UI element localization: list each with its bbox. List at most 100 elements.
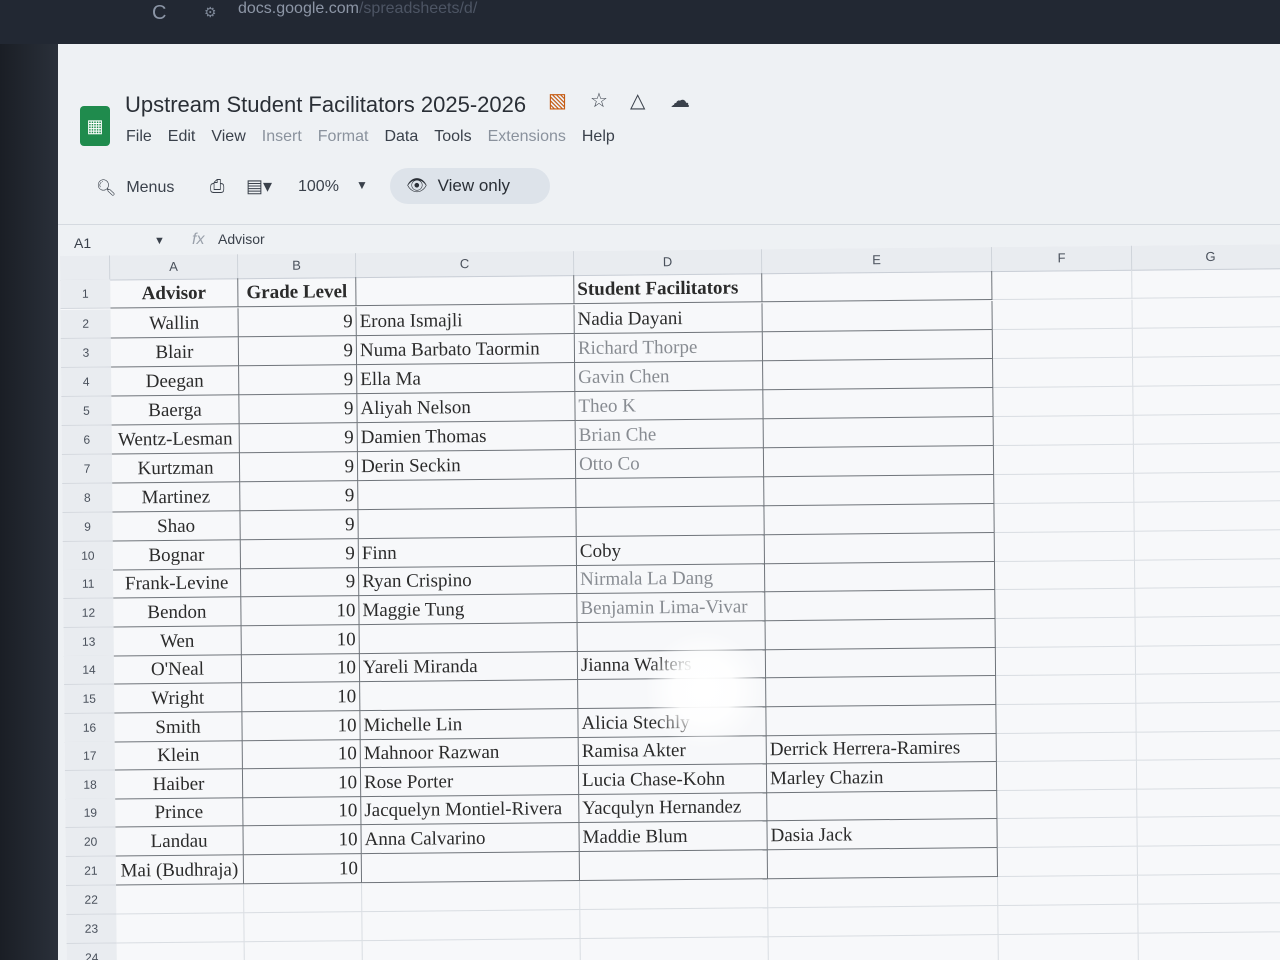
- cell-a[interactable]: Wentz-Lesman: [111, 424, 240, 455]
- cell-f[interactable]: [994, 502, 1135, 534]
- cell-b[interactable]: 9: [239, 452, 359, 483]
- cell-c[interactable]: Rose Porter: [360, 766, 580, 798]
- cell-c[interactable]: Derin Seckin: [357, 450, 577, 482]
- cell-e[interactable]: Derrick Herrera-Ramires: [766, 733, 997, 765]
- cell-g[interactable]: [1132, 298, 1280, 329]
- cell-g[interactable]: [1137, 816, 1280, 847]
- cell-a[interactable]: [116, 942, 245, 960]
- cell-e[interactable]: [768, 877, 999, 909]
- cell-f[interactable]: [993, 444, 1135, 476]
- cell-g[interactable]: [1136, 759, 1280, 790]
- cell-e[interactable]: [768, 906, 999, 938]
- cell-f[interactable]: [994, 559, 1136, 591]
- cell-a[interactable]: Wallin: [110, 308, 239, 339]
- cell-f[interactable]: [997, 817, 1138, 849]
- cell-b[interactable]: [244, 883, 363, 914]
- search-menus-button[interactable]: 🔍︎ Menus: [84, 168, 198, 208]
- view-only-button[interactable]: 👁︎ View only: [390, 168, 550, 204]
- cell-b[interactable]: 9: [240, 510, 359, 541]
- column-header-d[interactable]: D: [573, 249, 763, 276]
- cell-g[interactable]: [1137, 845, 1280, 876]
- cell-e[interactable]: [762, 330, 994, 362]
- cell-e[interactable]: [764, 475, 995, 507]
- cell-c[interactable]: [362, 881, 581, 913]
- cell-d[interactable]: Coby: [576, 535, 765, 567]
- cell-c[interactable]: Jacquelyn Montiel-Rivera: [361, 794, 580, 826]
- cell-d[interactable]: Nadia Dayani: [574, 303, 763, 335]
- column-header-a[interactable]: A: [109, 254, 239, 280]
- cell-g[interactable]: [1134, 558, 1280, 589]
- cell-c[interactable]: Erona Ismajli: [356, 305, 575, 337]
- cell-g[interactable]: [1132, 268, 1280, 299]
- cell-a[interactable]: Kurtzman: [111, 453, 241, 484]
- cell-b[interactable]: 9: [240, 539, 360, 570]
- row-header[interactable]: 2: [60, 309, 111, 339]
- cell-a[interactable]: Wen: [113, 626, 242, 657]
- row-header[interactable]: 6: [61, 425, 112, 455]
- cell-c[interactable]: [362, 939, 581, 960]
- cell-g[interactable]: [1136, 730, 1280, 761]
- cell-g[interactable]: [1135, 616, 1280, 647]
- cell-c[interactable]: Mahnoor Razwan: [360, 737, 579, 769]
- cell-e[interactable]: [764, 533, 995, 565]
- cell-g[interactable]: [1134, 501, 1280, 532]
- cell-g[interactable]: [1138, 903, 1280, 934]
- column-header-g[interactable]: G: [1131, 244, 1280, 270]
- cell-f[interactable]: [995, 645, 1137, 677]
- formula-input[interactable]: Advisor: [218, 231, 265, 247]
- cell-b[interactable]: 10: [241, 596, 360, 627]
- cell-c[interactable]: [358, 508, 577, 540]
- cell-d[interactable]: Gavin Chen: [575, 361, 764, 393]
- cell-f[interactable]: [998, 933, 1139, 960]
- cell-g[interactable]: [1136, 702, 1280, 733]
- cell-e[interactable]: [766, 705, 997, 737]
- menu-view[interactable]: View: [211, 128, 245, 146]
- document-title[interactable]: Upstream Student Facilitators 2025-2026: [125, 92, 526, 118]
- cell-b[interactable]: 9: [241, 567, 360, 598]
- cell-g[interactable]: [1133, 414, 1280, 445]
- cell-a[interactable]: Bendon: [113, 597, 242, 628]
- address-bar[interactable]: docs.google.com/spreadsheets/d/: [238, 0, 477, 18]
- row-header[interactable]: 7: [61, 454, 113, 484]
- zoom-select[interactable]: 100%: [298, 178, 339, 196]
- header-cell-a[interactable]: Advisor: [110, 278, 239, 309]
- row-header[interactable]: 23: [66, 914, 117, 944]
- row-header[interactable]: 24: [66, 943, 117, 960]
- cell-a[interactable]: Blair: [110, 337, 240, 368]
- cell-d[interactable]: Maddie Blum: [579, 821, 768, 853]
- cell-b[interactable]: 10: [242, 768, 362, 799]
- cell-d[interactable]: Richard Thorpe: [574, 332, 764, 364]
- row-header[interactable]: 16: [64, 713, 115, 743]
- cell-a[interactable]: Smith: [114, 712, 243, 743]
- cell-c[interactable]: Maggie Tung: [359, 594, 578, 626]
- row-header[interactable]: 13: [63, 627, 114, 657]
- cell-a[interactable]: Baerga: [111, 395, 240, 426]
- cell-d[interactable]: Yacqulyn Hernandez: [579, 792, 768, 824]
- row-header[interactable]: 5: [61, 396, 112, 426]
- site-settings-icon[interactable]: ⚙: [204, 4, 217, 21]
- menu-extensions[interactable]: Extensions: [488, 128, 566, 146]
- row-header[interactable]: 12: [63, 598, 114, 628]
- cell-e[interactable]: [763, 359, 994, 391]
- cell-f[interactable]: [997, 788, 1138, 820]
- cell-e[interactable]: Dasia Jack: [767, 819, 998, 851]
- menu-edit[interactable]: Edit: [168, 128, 196, 146]
- cell-d[interactable]: [580, 937, 769, 960]
- cell-d[interactable]: Nirmala La Dang: [576, 563, 766, 595]
- cell-c[interactable]: Ryan Crispino: [359, 565, 578, 597]
- cell-b[interactable]: 10: [241, 625, 360, 656]
- row-header[interactable]: 8: [62, 483, 113, 513]
- column-header-b[interactable]: B: [237, 253, 357, 279]
- cell-d[interactable]: Ramisa Akter: [578, 735, 767, 767]
- column-header-e[interactable]: E: [761, 247, 993, 274]
- menu-insert[interactable]: Insert: [262, 128, 302, 146]
- cell-f[interactable]: [996, 703, 1137, 735]
- cell-d[interactable]: Brian Che: [575, 419, 764, 451]
- header-cell-e[interactable]: [762, 271, 993, 303]
- cell-b[interactable]: 10: [242, 682, 361, 713]
- cell-e[interactable]: [768, 935, 999, 960]
- cell-d[interactable]: [576, 477, 765, 509]
- menu-help[interactable]: Help: [582, 128, 615, 146]
- cell-g[interactable]: [1137, 874, 1280, 905]
- cell-b[interactable]: 9: [239, 394, 358, 425]
